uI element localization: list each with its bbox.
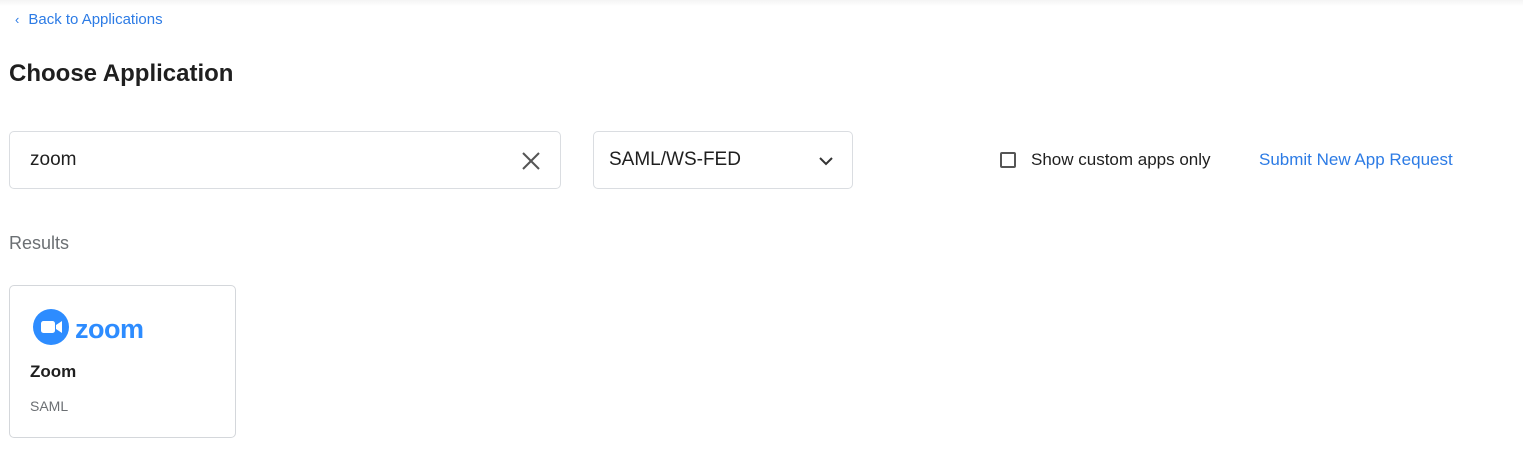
checkbox-unchecked-icon[interactable]	[1000, 152, 1016, 168]
custom-apps-toggle[interactable]: Show custom apps only	[1000, 150, 1211, 170]
app-type: SAML	[30, 398, 69, 414]
back-link-label: Back to Applications	[28, 11, 163, 28]
search-field[interactable]	[9, 131, 561, 189]
app-card-zoom[interactable]: zoom Zoom SAML	[9, 285, 236, 438]
protocol-filter-value: SAML/WS-FED	[609, 149, 741, 170]
app-name: Zoom	[30, 362, 77, 381]
custom-apps-label: Show custom apps only	[1031, 150, 1211, 169]
zoom-logo-text: zoom	[75, 314, 144, 344]
chevron-left-icon: ‹	[15, 12, 20, 27]
top-shadow-bar	[0, 0, 1523, 6]
zoom-camera-icon	[33, 309, 69, 350]
page-title: Choose Application	[9, 60, 234, 87]
protocol-filter-select[interactable]: SAML/WS-FED	[593, 131, 853, 189]
back-to-applications-link[interactable]: ‹ Back to Applications	[15, 11, 163, 28]
search-input[interactable]	[10, 148, 512, 172]
chevron-down-icon	[818, 153, 834, 169]
close-icon[interactable]	[520, 150, 542, 172]
zoom-logo: zoom	[33, 309, 144, 350]
submit-new-app-request-link[interactable]: Submit New App Request	[1259, 150, 1453, 170]
results-heading: Results	[9, 233, 70, 253]
